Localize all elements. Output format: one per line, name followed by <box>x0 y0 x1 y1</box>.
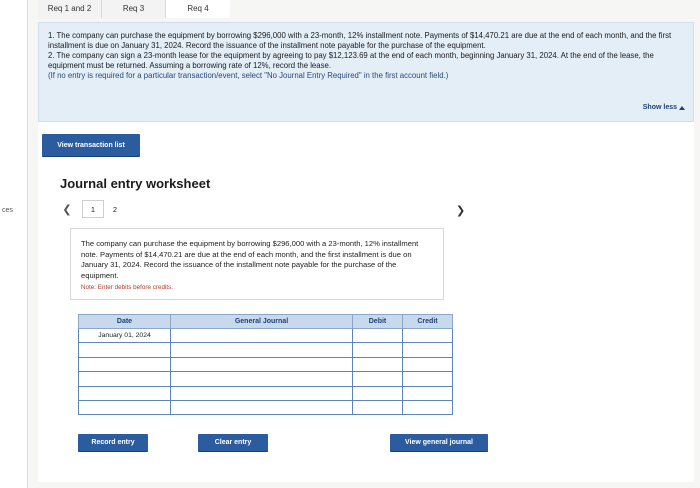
account-cell[interactable] <box>170 356 353 373</box>
account-cell[interactable] <box>170 399 353 416</box>
requirement-tabs: Req 1 and 2 Req 3 Req 4 <box>38 0 230 22</box>
view-general-journal-button[interactable]: View general journal <box>390 434 488 451</box>
tab-req-3[interactable]: Req 3 <box>102 0 166 18</box>
edge-label: ces <box>2 207 13 214</box>
chevron-right-icon[interactable]: ❯ <box>456 204 465 217</box>
debit-column-header: Debit <box>352 314 403 329</box>
account-cell[interactable] <box>170 385 353 401</box>
transaction-description: The company can purchase the equipment b… <box>70 228 444 300</box>
show-less-link[interactable]: Show less <box>643 104 685 111</box>
general-journal-column-header: General Journal <box>170 314 353 329</box>
date-cell[interactable] <box>78 385 171 401</box>
debit-cell[interactable] <box>352 399 403 416</box>
table-row <box>78 342 453 358</box>
debit-cell[interactable] <box>352 327 403 344</box>
triangle-up-icon <box>679 105 685 110</box>
view-transaction-list-button[interactable]: View transaction list <box>42 134 140 156</box>
transaction-description-text: The company can purchase the equipment b… <box>81 239 419 280</box>
table-row <box>78 385 453 401</box>
debits-note: Note: Enter debits before credits. <box>81 284 174 292</box>
worksheet-area: View transaction list Journal entry work… <box>38 122 694 482</box>
account-cell[interactable] <box>170 342 353 358</box>
date-cell[interactable] <box>78 342 171 358</box>
table-row: January 01, 2024 <box>78 327 453 344</box>
requirement-1-text: 1. The company can purchase the equipmen… <box>48 31 672 50</box>
clear-entry-button[interactable]: Clear entry <box>198 434 268 451</box>
page-2-button[interactable]: 2 <box>104 200 126 218</box>
credit-cell[interactable] <box>402 399 453 416</box>
date-column-header: Date <box>78 314 171 329</box>
chevron-left-icon[interactable]: ❮ <box>60 202 74 216</box>
requirement-note: (If no entry is required for a particula… <box>48 71 449 80</box>
left-panel-edge: ces <box>0 0 28 488</box>
table-header-row: Date General Journal Debit Credit <box>78 314 453 329</box>
table-row <box>78 356 453 373</box>
credit-cell[interactable] <box>402 371 453 387</box>
debit-cell[interactable] <box>352 385 403 401</box>
debit-cell[interactable] <box>352 356 403 373</box>
date-cell[interactable] <box>78 371 171 387</box>
debit-cell[interactable] <box>352 342 403 358</box>
tab-req-4[interactable]: Req 4 <box>166 0 230 18</box>
account-cell[interactable] <box>170 327 353 344</box>
credit-cell[interactable] <box>402 342 453 358</box>
worksheet-title: Journal entry worksheet <box>60 176 211 191</box>
table-row <box>78 371 453 387</box>
date-cell[interactable] <box>78 356 171 373</box>
record-entry-button[interactable]: Record entry <box>78 434 148 451</box>
date-cell[interactable]: January 01, 2024 <box>78 327 171 344</box>
credit-cell[interactable] <box>402 356 453 373</box>
requirements-panel: 1. The company can purchase the equipmen… <box>38 22 694 122</box>
show-less-label: Show less <box>642 104 677 111</box>
requirement-2-text: 2. The company can sign a 23-month lease… <box>48 51 654 70</box>
assignment-page: Req 1 and 2 Req 3 Req 4 1. The company c… <box>28 0 700 488</box>
credit-cell[interactable] <box>402 327 453 344</box>
worksheet-pager: ❮ 1 2 <box>60 200 126 218</box>
tab-req-1-and-2[interactable]: Req 1 and 2 <box>38 0 102 18</box>
journal-entry-table: Date General Journal Debit Credit Januar… <box>78 314 453 416</box>
credit-cell[interactable] <box>402 385 453 401</box>
credit-column-header: Credit <box>402 314 453 329</box>
account-cell[interactable] <box>170 371 353 387</box>
table-row <box>78 399 453 416</box>
date-cell[interactable] <box>78 399 171 416</box>
page-1-button[interactable]: 1 <box>82 200 104 218</box>
debit-cell[interactable] <box>352 371 403 387</box>
